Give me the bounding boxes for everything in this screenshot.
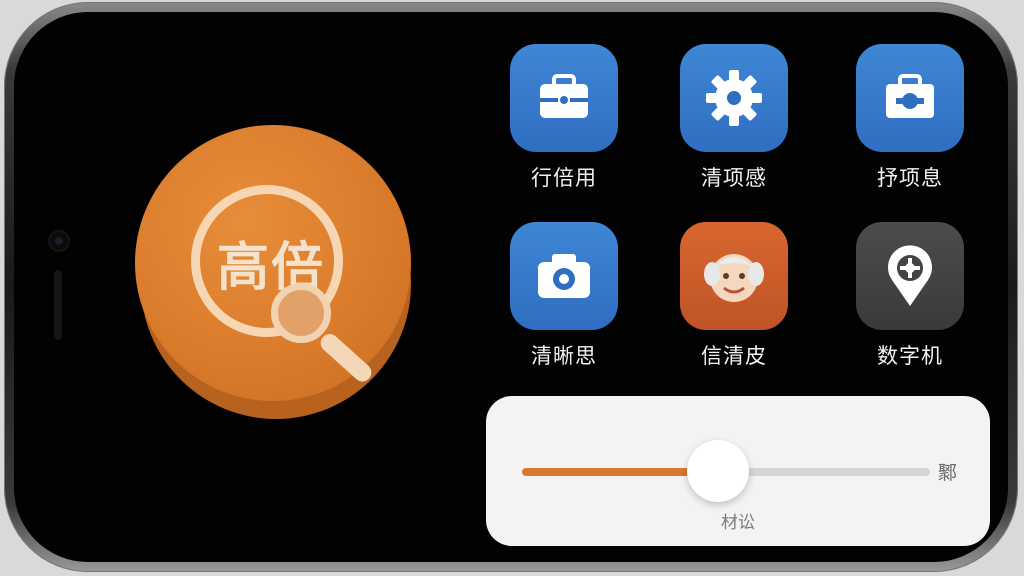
app-tile-2[interactable]: 清项感 bbox=[664, 44, 804, 192]
slider-caption: 材讼 bbox=[721, 513, 755, 533]
briefcase-app-icon[interactable] bbox=[510, 44, 618, 152]
map-pin-icon bbox=[888, 245, 932, 306]
location-app-icon[interactable] bbox=[856, 222, 964, 330]
app-tile-5[interactable]: 信清皮 bbox=[664, 222, 804, 370]
app-label-2: 清项感 bbox=[701, 166, 767, 190]
senior-app-icon[interactable] bbox=[680, 222, 788, 330]
magnifying-glass-icon bbox=[271, 283, 331, 343]
app-label-1: 行倍用 bbox=[531, 166, 597, 190]
app-label-5: 信清皮 bbox=[701, 344, 767, 368]
briefcase-icon bbox=[540, 74, 588, 118]
zoom-slider-card: 鄹 材讼 bbox=[486, 396, 990, 546]
slider-end-label: 鄹 bbox=[938, 462, 958, 484]
app-tile-1[interactable]: 行倍用 bbox=[494, 44, 634, 192]
app-tile-4[interactable]: 清晰思 bbox=[494, 222, 634, 370]
app-tile-3[interactable]: 抒项息 bbox=[840, 44, 980, 192]
speaker-grille bbox=[54, 270, 62, 340]
app-label-3: 抒项息 bbox=[877, 166, 943, 190]
grandpa-face-icon bbox=[704, 254, 764, 302]
settings-app-icon[interactable] bbox=[680, 44, 788, 152]
app-label-4: 清晰思 bbox=[531, 344, 597, 368]
camera-app-icon[interactable] bbox=[510, 222, 618, 330]
app-tile-6[interactable]: 数字机 bbox=[840, 222, 980, 370]
toolbox-icon bbox=[886, 74, 934, 118]
magnifier-label: 高倍 bbox=[216, 238, 325, 298]
slider-thumb[interactable] bbox=[686, 440, 749, 502]
magnifier-app-icon[interactable]: 高倍 bbox=[135, 125, 413, 423]
camera-icon bbox=[538, 254, 590, 298]
toolbox-app-icon[interactable] bbox=[856, 44, 964, 152]
gear-icon bbox=[706, 70, 762, 126]
app-label-6: 数字机 bbox=[877, 344, 943, 368]
front-camera bbox=[50, 232, 68, 250]
